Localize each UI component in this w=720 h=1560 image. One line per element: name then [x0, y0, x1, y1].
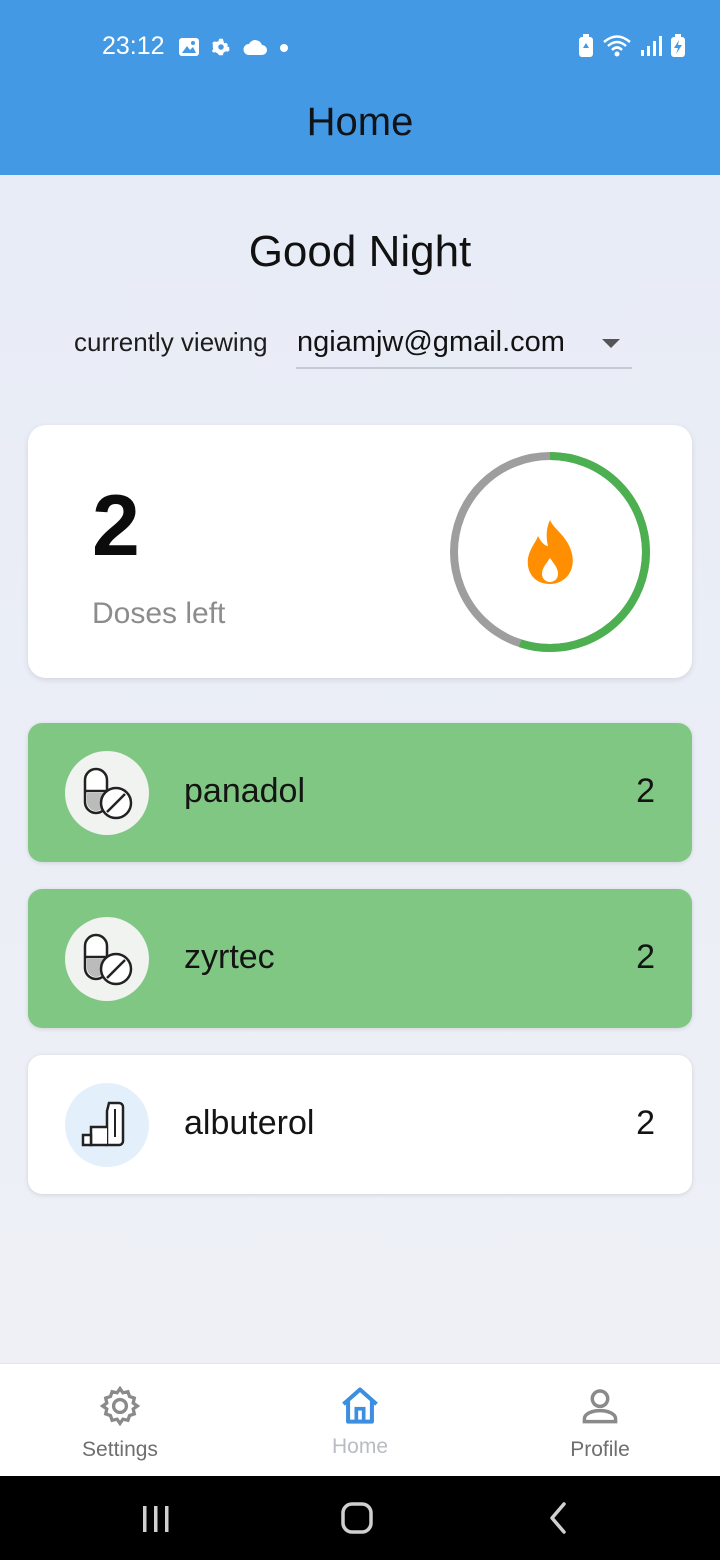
bottom-navigation: Settings Home Profile	[0, 1363, 720, 1477]
app-bar: 23:12 Home	[0, 0, 720, 175]
medication-dose-count: 2	[636, 772, 655, 810]
back-button[interactable]	[540, 1498, 576, 1538]
doses-left-card: 2 Doses left	[28, 425, 692, 678]
battery-charging-icon	[670, 34, 686, 63]
account-dropdown[interactable]: ngiamjw@gmail.com	[296, 319, 632, 369]
medication-name: albuterol	[184, 1104, 315, 1142]
doses-left-count: 2	[92, 478, 140, 574]
gear-icon	[99, 1385, 141, 1427]
medication-name: zyrtec	[184, 938, 275, 976]
image-icon	[178, 37, 200, 62]
nav-home[interactable]: Home	[240, 1364, 480, 1477]
dose-progress-ring	[450, 452, 650, 652]
wifi-icon	[602, 34, 632, 63]
recents-button[interactable]	[138, 1498, 174, 1538]
status-time: 23:12	[102, 32, 165, 60]
doses-left-label: Doses left	[92, 597, 226, 630]
medication-row[interactable]: zyrtec 2	[28, 889, 692, 1028]
medication-row[interactable]: panadol 2	[28, 723, 692, 862]
system-navigation-bar	[0, 1476, 720, 1560]
battery-saver-icon	[578, 34, 594, 63]
pills-icon	[65, 917, 149, 1001]
person-icon	[582, 1389, 618, 1424]
dot-icon	[278, 41, 290, 59]
home-content: Good Night currently viewing ngiamjw@gma…	[0, 175, 720, 1363]
currently-viewing-label: currently viewing	[74, 327, 268, 357]
nav-label: Home	[331, 1435, 389, 1458]
medication-row[interactable]: albuterol 2	[28, 1055, 692, 1194]
signal-icon	[640, 35, 662, 62]
page-title: Home	[306, 100, 414, 144]
greeting-heading: Good Night	[248, 227, 472, 276]
medication-list: panadol 2 zyrtec 2 albuterol 2	[28, 723, 692, 1221]
nav-label: Settings	[82, 1438, 158, 1461]
nav-label: Profile	[570, 1438, 630, 1461]
cloud-icon	[242, 38, 268, 61]
home-icon	[342, 1387, 378, 1424]
medication-name: panadol	[184, 772, 306, 810]
inhaler-icon	[65, 1083, 149, 1167]
nav-settings[interactable]: Settings	[0, 1364, 240, 1477]
chevron-down-icon	[602, 339, 620, 348]
gear-icon	[210, 36, 232, 63]
status-bar: 23:12	[0, 0, 720, 94]
medication-dose-count: 2	[636, 1104, 655, 1142]
home-button[interactable]	[337, 1498, 377, 1538]
fire-icon	[527, 520, 573, 584]
pills-icon	[65, 751, 149, 835]
nav-profile[interactable]: Profile	[480, 1364, 720, 1477]
medication-dose-count: 2	[636, 938, 655, 976]
account-dropdown-value: ngiamjw@gmail.com	[297, 326, 565, 358]
